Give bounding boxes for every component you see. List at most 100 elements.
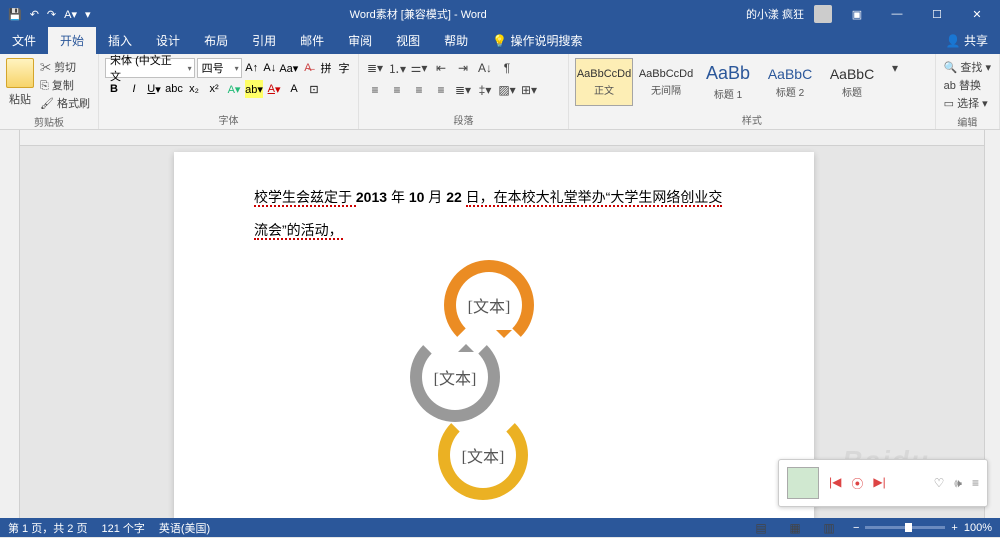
undo-icon[interactable]: ↶ xyxy=(30,8,39,21)
tab-references[interactable]: 引用 xyxy=(240,27,288,54)
ruler-horizontal[interactable] xyxy=(20,130,984,146)
page[interactable]: 校学生会兹定于 2013 年 10 月 22 日，在本校大礼堂举办“大学生网络创… xyxy=(174,152,814,518)
media-floater[interactable]: |◀ ⦿ ▶| ♡ 🕪 ≡ xyxy=(778,459,988,507)
style-h1[interactable]: AaBb标题 1 xyxy=(699,58,757,106)
tab-help[interactable]: 帮助 xyxy=(432,27,480,54)
align-left-icon[interactable]: ≡ xyxy=(365,80,385,100)
user-name[interactable]: 的小漾 疯狂 xyxy=(746,6,804,22)
zoom-in-button[interactable]: + xyxy=(951,522,957,534)
align-right-icon[interactable]: ≡ xyxy=(409,80,429,100)
redo-icon[interactable]: ↷ xyxy=(47,8,56,21)
phonetic-icon[interactable]: 拼 xyxy=(318,59,334,77)
zoom-out-button[interactable]: − xyxy=(853,522,859,534)
sort-icon[interactable]: A↓ xyxy=(475,58,495,78)
like-icon[interactable]: ♡ xyxy=(934,476,945,490)
text-effects-icon[interactable]: A▾ xyxy=(225,80,243,98)
prev-button[interactable]: |◀ xyxy=(829,475,841,492)
font-color-icon[interactable]: A▾ xyxy=(265,80,283,98)
tab-view[interactable]: 视图 xyxy=(384,27,432,54)
group-styles: AaBbCcDd正文 AaBbCcDd无间隔 AaBb标题 1 AaBbC标题 … xyxy=(569,54,936,129)
paste-icon xyxy=(6,58,34,88)
view-web-icon[interactable]: ▥ xyxy=(819,518,839,538)
tab-layout[interactable]: 布局 xyxy=(192,27,240,54)
list-icon[interactable]: ≡ xyxy=(972,476,979,490)
indent-dec-icon[interactable]: ⇤ xyxy=(431,58,451,78)
copy-button[interactable]: ⎘ 复制 xyxy=(38,76,92,94)
titlebar: 💾 ↶ ↷ A▾ ▾ Word素材 [兼容模式] - Word 的小漾 疯狂 ▣… xyxy=(0,0,1000,28)
font-family-combo[interactable]: 宋体 (中文正文 xyxy=(105,58,195,78)
borders-icon[interactable]: ⊞▾ xyxy=(519,80,539,100)
align-center-icon[interactable]: ≡ xyxy=(387,80,407,100)
superscript-button[interactable]: x² xyxy=(205,80,223,98)
multilevel-icon[interactable]: ⚌▾ xyxy=(409,58,429,78)
font-size-combo[interactable]: 四号 xyxy=(197,58,242,78)
tab-design[interactable]: 设计 xyxy=(144,27,192,54)
qat-more-icon[interactable]: ▾ xyxy=(85,8,91,21)
tab-mail[interactable]: 邮件 xyxy=(288,27,336,54)
tab-home[interactable]: 开始 xyxy=(48,27,96,54)
format-painter-button[interactable]: 🖌 格式刷 xyxy=(38,94,92,112)
char-border-icon[interactable]: ⊡ xyxy=(305,80,323,98)
style-title[interactable]: AaBbC标题 xyxy=(823,58,881,106)
status-lang[interactable]: 英语(美国) xyxy=(159,520,210,536)
minimize-icon[interactable]: — xyxy=(882,8,912,20)
avatar[interactable] xyxy=(814,5,832,23)
justify-icon[interactable]: ≡ xyxy=(431,80,451,100)
volume-icon[interactable]: 🕪 xyxy=(954,476,962,491)
line-spacing-icon[interactable]: ‡▾ xyxy=(475,80,495,100)
enclose-icon[interactable]: 字 xyxy=(336,59,352,77)
shrink-font-icon[interactable]: A↓ xyxy=(262,59,278,77)
ribbon: 粘贴 ✂ 剪切 ⎘ 复制 🖌 格式刷 剪贴板 宋体 (中文正文 四号 A↑ A↓… xyxy=(0,54,1000,130)
style-h2[interactable]: AaBbC标题 2 xyxy=(761,58,819,106)
cut-button[interactable]: ✂ 剪切 xyxy=(38,58,92,76)
status-bar: 第 1 页，共 2 页 121 个字 英语(美国) ▤ ▦ ▥ − + 100% xyxy=(0,518,1000,537)
change-case-icon[interactable]: Aa▾ xyxy=(280,59,298,77)
media-thumb xyxy=(787,467,819,499)
tab-file[interactable]: 文件 xyxy=(0,27,48,54)
tab-insert[interactable]: 插入 xyxy=(96,27,144,54)
font-quick-icon[interactable]: A▾ xyxy=(64,8,77,21)
styles-more-icon[interactable]: ▾ xyxy=(885,58,905,78)
view-print-icon[interactable]: ▦ xyxy=(785,518,805,538)
paste-button[interactable]: 粘贴 xyxy=(6,58,34,108)
next-button[interactable]: ▶| xyxy=(873,475,885,492)
zoom-level[interactable]: 100% xyxy=(964,522,992,534)
grow-font-icon[interactable]: A↑ xyxy=(244,59,260,77)
tab-review[interactable]: 审阅 xyxy=(336,27,384,54)
distribute-icon[interactable]: ≣▾ xyxy=(453,80,473,100)
select-button[interactable]: ▭ 选择 ▾ xyxy=(942,94,993,112)
play-button[interactable]: ⦿ xyxy=(851,475,863,492)
group-editing: 🔍 查找 ▾ ab 替换 ▭ 选择 ▾ 编辑 xyxy=(936,54,1000,129)
ruler-vertical[interactable] xyxy=(0,130,20,518)
find-button[interactable]: 🔍 查找 ▾ xyxy=(942,58,993,76)
numbering-icon[interactable]: ⒈▾ xyxy=(387,58,407,78)
zoom-slider[interactable] xyxy=(865,526,945,529)
menu-tabs: 文件 开始 插入 设计 布局 引用 邮件 审阅 视图 帮助 💡 操作说明搜索 👤… xyxy=(0,28,1000,54)
maximize-icon[interactable]: ☐ xyxy=(922,8,952,21)
style-normal[interactable]: AaBbCcDd正文 xyxy=(575,58,633,106)
view-read-icon[interactable]: ▤ xyxy=(751,518,771,538)
ribbon-options-icon[interactable]: ▣ xyxy=(842,8,872,21)
bullets-icon[interactable]: ≣▾ xyxy=(365,58,385,78)
status-page[interactable]: 第 1 页，共 2 页 xyxy=(8,520,87,536)
show-marks-icon[interactable]: ¶ xyxy=(497,58,517,78)
highlight-icon[interactable]: ab▾ xyxy=(245,80,263,98)
group-font: 宋体 (中文正文 四号 A↑ A↓ Aa▾ A̶ 拼 字 B I U▾ abc … xyxy=(99,54,359,129)
smartart-node-3[interactable]: [文本] xyxy=(438,410,528,500)
paragraph-1[interactable]: 校学生会兹定于 2013 年 10 月 22 日，在本校大礼堂举办“大学生网络创… xyxy=(254,182,734,248)
clear-format-icon[interactable]: A̶ xyxy=(300,59,316,77)
subscript-button[interactable]: x₂ xyxy=(185,80,203,98)
tell-me[interactable]: 💡 操作说明搜索 xyxy=(480,27,594,54)
replace-button[interactable]: ab 替换 xyxy=(942,76,993,94)
status-words[interactable]: 121 个字 xyxy=(101,520,144,536)
close-icon[interactable]: ✕ xyxy=(962,8,992,21)
window-title: Word素材 [兼容模式] - Word xyxy=(99,6,738,22)
save-icon[interactable]: 💾 xyxy=(8,8,22,21)
char-shading-icon[interactable]: A xyxy=(285,80,303,98)
style-nospace[interactable]: AaBbCcDd无间隔 xyxy=(637,58,695,106)
smartart-cycle[interactable]: [文本] [文本] [文本] xyxy=(404,260,584,518)
shading-icon[interactable]: ▨▾ xyxy=(497,80,517,100)
indent-inc-icon[interactable]: ⇥ xyxy=(453,58,473,78)
share-button[interactable]: 👤 共享 xyxy=(934,27,1000,54)
smartart-node-2[interactable]: [文本] xyxy=(410,332,500,422)
